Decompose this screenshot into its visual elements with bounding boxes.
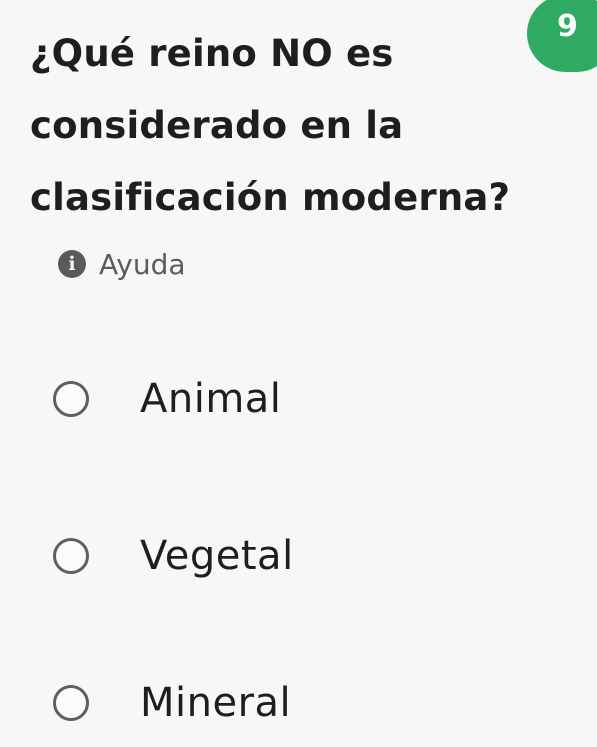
radio-button[interactable]: [53, 538, 89, 574]
radio-button[interactable]: [53, 685, 89, 721]
info-icon: i: [58, 250, 86, 278]
option-label: Mineral: [140, 680, 292, 726]
question-title: ¿Qué reino NO es considerado en la clasi…: [30, 32, 511, 219]
option-label: Animal: [140, 376, 282, 422]
option-vegetal[interactable]: Vegetal: [53, 533, 294, 579]
help-button[interactable]: i Ayuda: [58, 244, 186, 284]
option-label: Vegetal: [140, 533, 294, 579]
option-mineral[interactable]: Mineral: [53, 680, 291, 726]
help-label: Ayuda: [99, 247, 186, 281]
option-animal[interactable]: Animal: [53, 376, 281, 422]
radio-button[interactable]: [53, 381, 89, 417]
